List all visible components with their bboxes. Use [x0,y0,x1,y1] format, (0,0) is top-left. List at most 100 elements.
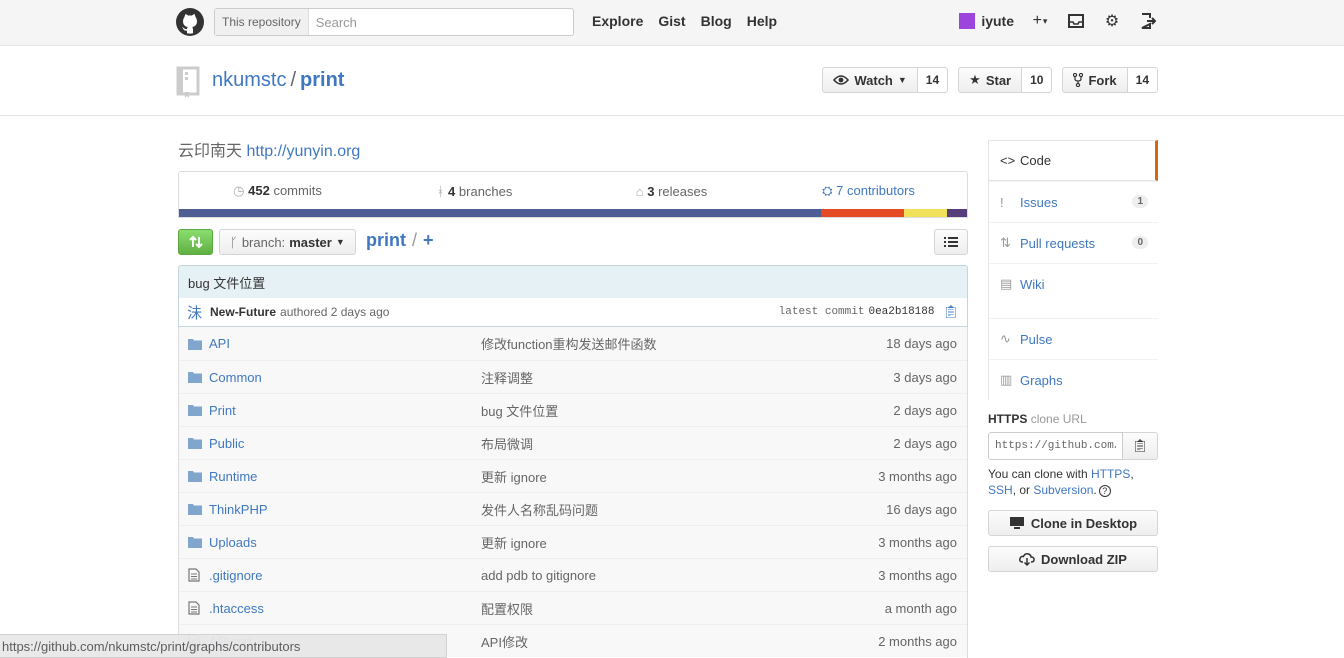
clone-desktop-label: Clone in Desktop [1030,515,1138,531]
contributors-stat[interactable]: ⛭ 7 contributors [770,183,967,199]
table-row: Common 注释调整 3 days ago [179,360,967,393]
clipboard-icon[interactable]: 📋︎ [942,305,959,320]
commit-title[interactable]: bug 文件位置 [178,265,968,299]
file-commit-message[interactable]: 更新 ignore [481,467,847,486]
new-file-button[interactable]: + [423,230,434,251]
search-scope-label[interactable]: This repository [215,9,309,35]
clone-url-input[interactable] [988,432,1123,460]
fork-count[interactable]: 14 [1127,67,1158,93]
branches-stat[interactable]: ᚼ 4 branches [376,184,573,199]
repo-icon [176,66,200,98]
sidebar-item-wiki[interactable]: ▤ Wiki [989,263,1158,304]
nav-gist[interactable]: Gist [658,13,685,29]
user-area: iyute + ▾ ⚙ [959,11,1158,31]
header-nav: Explore Gist Blog Help [592,13,777,29]
issues-icon: ! [1000,194,1004,210]
description-text: 云印南天 [178,143,243,160]
download-zip-button[interactable]: Download ZIP [988,546,1158,572]
file-commit-message[interactable]: add pdb to gitignore [481,568,847,583]
file-commit-message[interactable]: 配置权限 [481,599,847,618]
nav-help[interactable]: Help [747,13,777,29]
author-avatar[interactable]: 沬 [187,302,202,323]
repo-nav: <> Code! Issues 1 ⇅ Pull requests 0 ▤ Wiki [988,140,1158,304]
watch-group: Watch ▼ 14 [822,67,949,93]
sidebar-item-graphs[interactable]: ▥ Graphs [989,359,1158,400]
clone-help-dot: . [1093,483,1097,497]
file-commit-message[interactable]: 更新 ignore [481,533,847,552]
browser-status-bar: https://github.com/nkumstc/print/graphs/… [0,634,447,658]
breadcrumb-repo[interactable]: print [366,230,406,251]
repo-title-separator: / [290,69,297,91]
counter-badge: 1 [1132,195,1148,208]
file-name-link[interactable]: Uploads [209,535,481,550]
plus-icon[interactable]: + ▾ [1030,11,1050,31]
search-input[interactable] [308,9,573,35]
file-name-link[interactable]: Runtime [209,469,481,484]
question-icon[interactable]: ? [1098,485,1111,497]
ssh-link[interactable]: SSH [988,483,1013,497]
file-name-link[interactable]: API [209,336,481,351]
sidebar-item-issues[interactable]: ! Issues 1 [989,181,1158,222]
commit-sha[interactable]: 0ea2b18188 [868,306,934,318]
file-name-link[interactable]: Public [209,436,481,451]
file-age: 2 days ago [893,435,957,451]
repo-name-link[interactable]: print [300,69,344,91]
fork-button[interactable]: Fork [1062,67,1128,93]
branch-name: master [289,234,332,250]
fork-group: Fork 14 [1062,67,1158,93]
file-age: 2 days ago [893,402,957,418]
file-name-link[interactable]: .gitignore [209,568,481,583]
nav-explore[interactable]: Explore [592,13,643,29]
homepage-link[interactable]: http://yunyin.org [246,143,360,160]
user-menu[interactable]: iyute [959,13,1014,29]
commit-author[interactable]: New-Future [210,305,276,319]
repo-actions: Watch ▼ 14 ★ Star 10 Fork 14 [822,67,1158,93]
file-name-link[interactable]: Print [209,403,481,418]
nav-blog[interactable]: Blog [701,13,732,29]
sidebar-item-label: Graphs [1020,372,1063,388]
clone-url-text: clone URL [1030,412,1087,426]
table-row: Uploads 更新 ignore 3 months ago [179,525,967,558]
watch-button[interactable]: Watch ▼ [822,67,918,93]
repo-title: nkumstc / print [212,69,344,92]
folder-icon [179,536,209,548]
file-commit-message[interactable]: 修改function重构发送邮件函数 [481,334,847,353]
file-commit-message[interactable]: 注释调整 [481,368,847,387]
https-link[interactable]: HTTPS [1091,467,1130,481]
sign-out-icon[interactable] [1138,11,1158,31]
compare-button[interactable] [178,229,213,255]
repo-owner-link[interactable]: nkumstc [212,69,286,91]
language-bar[interactable] [179,209,967,217]
star-count[interactable]: 10 [1022,67,1053,93]
commits-stat[interactable]: ◷ 452 commits [179,183,376,199]
download-zip-label: Download ZIP [1041,551,1127,567]
language-segment [947,209,967,217]
branch-select-button[interactable]: ᚴ branch: master ▼ [219,229,356,255]
wiki-icon: ▤ [1000,276,1013,291]
github-logo-icon[interactable] [176,8,204,36]
toggle-list-button[interactable] [934,229,968,255]
subversion-link[interactable]: Subversion [1033,483,1093,497]
file-name-link[interactable]: Common [209,370,481,385]
graphs-icon: ▥ [1000,372,1013,387]
inbox-icon[interactable] [1066,11,1086,31]
clone-in-desktop-button[interactable]: Clone in Desktop [988,510,1158,536]
sidebar-item-pull-requests[interactable]: ⇅ Pull requests 0 [989,222,1158,263]
file-age: 3 months ago [878,468,957,484]
fork-icon [1073,73,1084,87]
clipboard-icon[interactable]: 📋︎ [1123,432,1158,460]
releases-stat[interactable]: ⌂ 3 releases [573,184,770,199]
star-button[interactable]: ★ Star [958,67,1023,93]
sidebar-item-code[interactable]: <> Code [989,140,1158,181]
file-age: 3 days ago [893,369,957,385]
sidebar-item-pulse[interactable]: ∿ Pulse [989,318,1158,359]
file-commit-message[interactable]: bug 文件位置 [481,401,847,420]
gear-icon[interactable]: ⚙ [1102,11,1122,31]
file-commit-message[interactable]: 布局微调 [481,434,847,453]
file-name-link[interactable]: ThinkPHP [209,502,481,517]
watch-count[interactable]: 14 [917,67,949,93]
history-icon: ◷ [233,183,245,198]
file-commit-message[interactable]: API修改 [481,632,847,651]
file-commit-message[interactable]: 发件人名称乱码问题 [481,500,847,519]
file-name-link[interactable]: .htaccess [209,601,481,616]
